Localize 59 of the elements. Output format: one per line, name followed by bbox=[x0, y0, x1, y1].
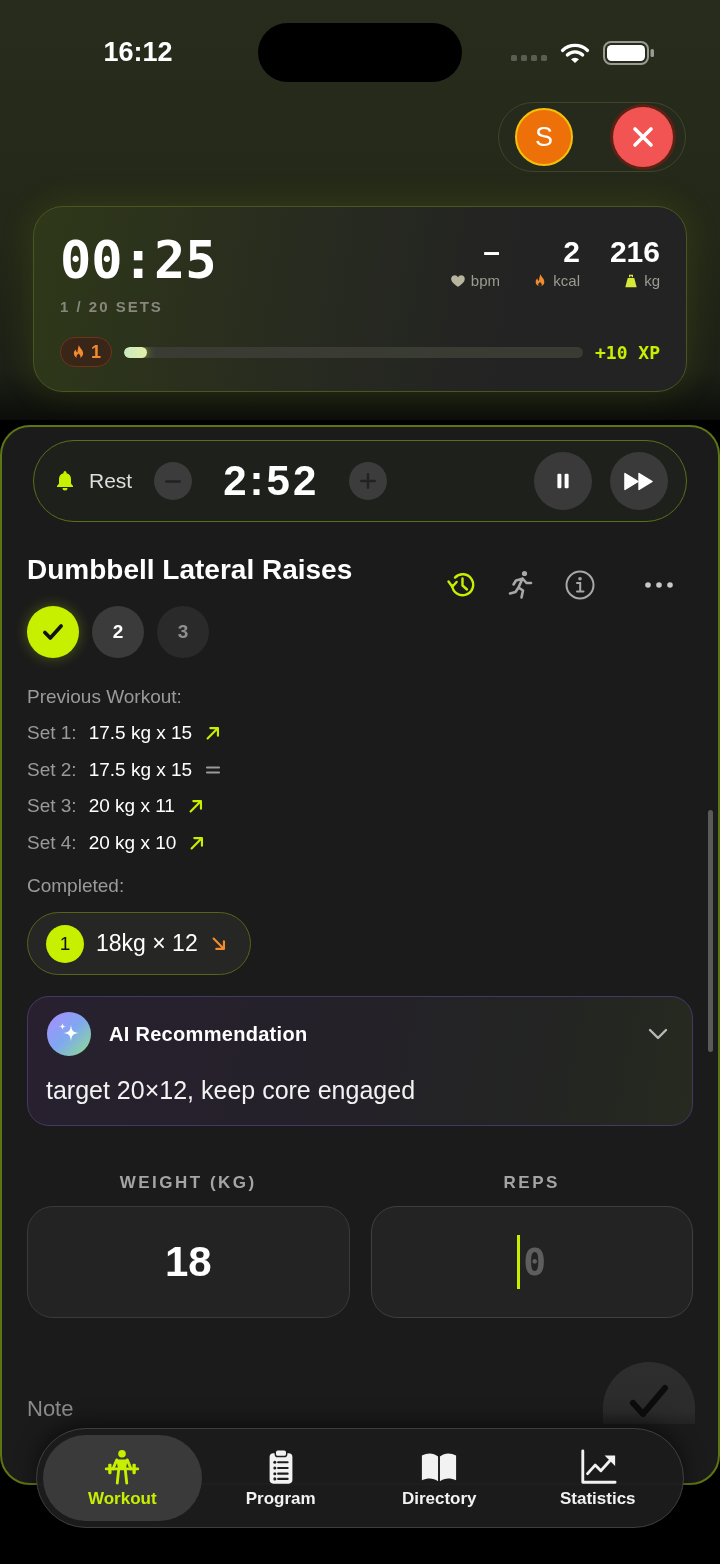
fast-forward-icon bbox=[624, 471, 654, 491]
set-label: Set 3: bbox=[27, 795, 77, 818]
stat-unit: bpm bbox=[470, 272, 500, 290]
input-label: WEIGHT (KG) bbox=[119, 1172, 257, 1195]
note-label: Note bbox=[27, 1395, 74, 1424]
set-value: 20 kg x 10 bbox=[88, 832, 177, 855]
set-chip[interactable] bbox=[27, 606, 79, 658]
set-value: 17.5 kg x 15 bbox=[88, 758, 193, 781]
rest-countdown: 2:52 bbox=[223, 457, 320, 505]
exercise-title: Dumbbell Lateral Raises bbox=[27, 553, 353, 587]
stat-unit: kg bbox=[644, 272, 660, 290]
set-number-badge: 1 bbox=[46, 924, 84, 963]
arrow-down-right-icon bbox=[209, 934, 228, 953]
set-value: 17.5 kg x 15 bbox=[88, 722, 193, 745]
set-value: 20 kg x 11 bbox=[88, 795, 175, 818]
battery-icon bbox=[603, 40, 655, 65]
info-icon[interactable] bbox=[564, 569, 596, 601]
stat-unit: kcal bbox=[553, 272, 580, 290]
status-time: 16:12 bbox=[103, 37, 173, 68]
plus-icon bbox=[360, 473, 377, 489]
equals-icon bbox=[206, 765, 221, 774]
xp-reward: +10 XP bbox=[594, 341, 660, 363]
ai-recommendation-text: target 20×12, keep core engaged bbox=[46, 1075, 417, 1106]
rest-label: Rest bbox=[89, 469, 133, 493]
tab-item[interactable]: Statistics bbox=[518, 1435, 677, 1521]
more-icon[interactable] bbox=[645, 582, 673, 588]
set-chip[interactable]: 3 bbox=[157, 606, 209, 658]
heart-icon bbox=[449, 273, 466, 289]
set-label: Set 4: bbox=[27, 832, 77, 855]
sparkle-icon bbox=[46, 1011, 92, 1058]
tab-item[interactable]: Workout bbox=[43, 1435, 202, 1521]
tab-item[interactable]: Directory bbox=[360, 1435, 519, 1521]
line-chart-icon bbox=[578, 1447, 617, 1486]
previous-workout-heading: Previous Workout: bbox=[27, 685, 183, 709]
close-icon bbox=[631, 125, 655, 149]
completed-set-value: 18kg × 12 bbox=[96, 930, 198, 958]
chevron-icon[interactable] bbox=[648, 1028, 668, 1041]
input-label: REPS bbox=[503, 1172, 560, 1195]
session-timer: 00:25 bbox=[60, 229, 217, 291]
text-cursor bbox=[517, 1235, 521, 1290]
weightlifter-icon bbox=[103, 1447, 142, 1486]
stat-value: – bbox=[483, 235, 500, 269]
pause-icon bbox=[555, 472, 571, 490]
wifi-icon bbox=[560, 41, 590, 64]
arrow-up-right-icon bbox=[186, 797, 205, 816]
ai-recommendation-title: AI Recommendation bbox=[109, 1022, 309, 1046]
close-button[interactable] bbox=[613, 107, 673, 167]
completed-set-chip[interactable]: 1 18kg × 12 bbox=[27, 912, 251, 976]
set-label: Set 1: bbox=[27, 722, 77, 745]
streak-badge: 1 bbox=[60, 337, 112, 367]
set-chip[interactable]: 2 bbox=[92, 606, 144, 658]
set-label: Set 2: bbox=[27, 758, 77, 781]
signal-icon bbox=[511, 54, 547, 61]
stat-value: 2 bbox=[563, 235, 580, 269]
sets-counter: 1 / 20 SETS bbox=[60, 297, 164, 317]
number-input-field[interactable]: 18 bbox=[27, 1206, 350, 1319]
stat-value: 216 bbox=[609, 235, 660, 269]
tab-item[interactable]: Program bbox=[201, 1435, 360, 1521]
completed-heading: Completed: bbox=[27, 874, 126, 899]
